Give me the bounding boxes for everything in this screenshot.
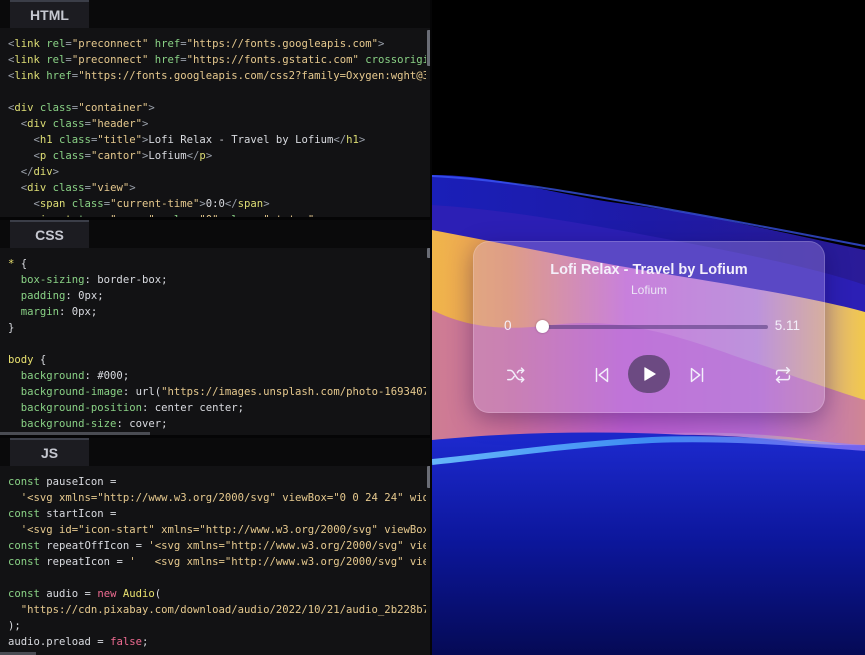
code-line: <div class="view"> <box>20 182 136 194</box>
code-line: * { <box>8 258 28 270</box>
code-line: padding: 0px; <box>20 290 104 302</box>
tab-js[interactable]: JS <box>10 438 89 466</box>
code-editor: HTML <link rel="preconnect" href="https:… <box>0 0 432 655</box>
code-line: audio.preload = false; <box>8 636 149 648</box>
code-line: background-position: center center; <box>20 402 245 414</box>
js-pane-header: JS <box>0 438 432 466</box>
code-line: } <box>8 322 15 334</box>
code-line: background-image: url("https://images.un… <box>20 386 426 398</box>
tab-css[interactable]: CSS <box>10 220 89 248</box>
progress-track[interactable] <box>536 325 768 329</box>
html-code[interactable]: <link rel="preconnect" href="https://fon… <box>0 36 426 217</box>
tab-html[interactable]: HTML <box>10 0 89 28</box>
code-line: const startIcon = <box>8 508 117 520</box>
code-line: const audio = new Audio( <box>8 588 162 600</box>
code-line: background: #000; <box>20 370 130 382</box>
css-code[interactable]: * { box-sizing: border-box; padding: 0px… <box>0 256 426 435</box>
song-title: Lofi Relax - Travel by Lofium <box>550 262 748 278</box>
code-line: const pauseIcon = <box>8 476 117 488</box>
html-pane: HTML <link rel="preconnect" href="https:… <box>0 0 432 217</box>
code-line: <div class="header"> <box>20 118 149 130</box>
duration-time: 5.11 <box>774 318 800 333</box>
code-line: <p class="cantor">Lofium</p> <box>33 150 213 162</box>
shuffle-icon[interactable] <box>504 363 528 387</box>
code-line: const repeatIcon = ' <svg xmlns="http://… <box>8 556 426 568</box>
preview-pane: Lofi Relax - Travel by Lofium Lofium 0 5… <box>432 0 865 655</box>
code-line: background-size: cover; <box>20 418 168 430</box>
music-player-card: Lofi Relax - Travel by Lofium Lofium 0 5… <box>473 241 825 413</box>
code-line: const repeatOffIcon = '<svg xmlns="http:… <box>8 540 426 552</box>
code-line: <span class="current-time">0:0</span> <box>33 198 270 210</box>
js-pane: JS const pauseIcon = '<svg xmlns="http:/… <box>0 438 432 655</box>
code-line: <link rel="preconnect" href="https://fon… <box>8 54 426 66</box>
js-code[interactable]: const pauseIcon = '<svg xmlns="http://ww… <box>0 474 426 655</box>
code-line: <div class="container"> <box>8 102 155 114</box>
code-line: '<svg xmlns="http://www.w3.org/2000/svg"… <box>20 492 426 504</box>
code-line: <h1 class="title">Lofi Relax - Travel by… <box>33 134 366 146</box>
code-line: <link href="https://fonts.googleapis.com… <box>8 70 426 82</box>
play-button[interactable] <box>628 355 670 393</box>
code-line: margin: 0px; <box>20 306 98 318</box>
css-pane-header: CSS <box>0 220 432 248</box>
repeat-icon[interactable] <box>771 363 795 387</box>
progress-thumb[interactable] <box>536 320 549 333</box>
skip-back-icon[interactable] <box>590 363 614 387</box>
code-line: body { <box>8 354 47 366</box>
song-artist: Lofium <box>630 283 668 297</box>
current-time: 0 <box>504 318 512 333</box>
code-line: ); <box>8 620 21 632</box>
code-line: box-sizing: border-box; <box>20 274 168 286</box>
css-pane: CSS * { box-sizing: border-box; padding:… <box>0 220 432 435</box>
code-line: '<svg id="icon-start" xmlns="http://www.… <box>20 524 426 536</box>
code-line: "https://cdn.pixabay.com/download/audio/… <box>20 604 426 616</box>
html-pane-header: HTML <box>0 0 432 28</box>
code-line: </div> <box>20 166 60 178</box>
play-icon <box>644 367 656 381</box>
skip-forward-icon[interactable] <box>685 363 709 387</box>
code-line: <link rel="preconnect" href="https://fon… <box>8 38 385 50</box>
